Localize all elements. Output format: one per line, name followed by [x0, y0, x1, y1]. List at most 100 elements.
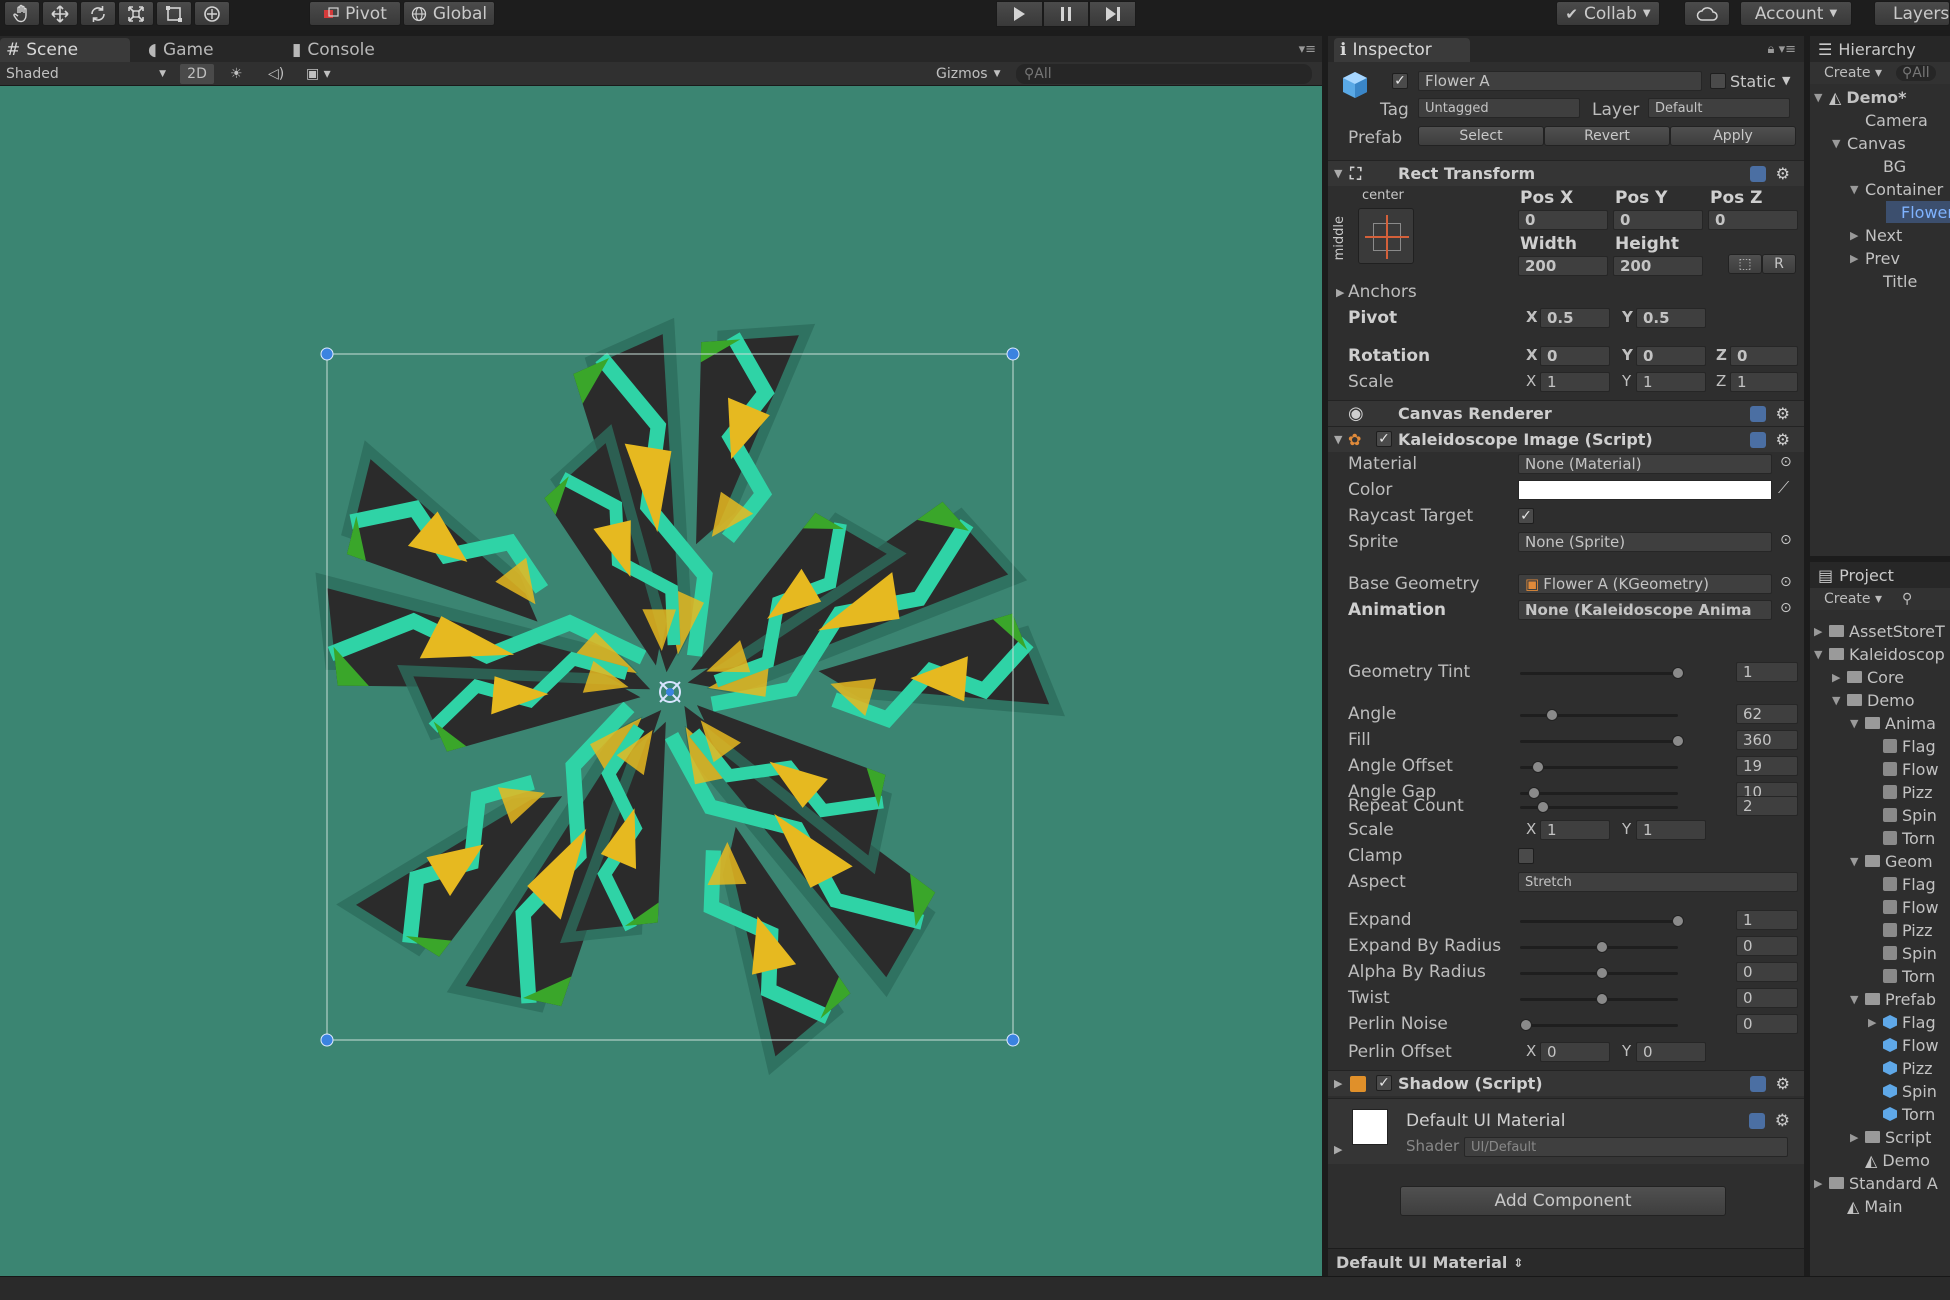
preview-footer[interactable]: Default UI Material ⇕ [1328, 1248, 1804, 1276]
rect-handle-top-right[interactable] [1006, 347, 1020, 361]
slider-thumb[interactable] [1596, 967, 1608, 979]
slider-value-field[interactable]: 0 [1736, 962, 1798, 982]
tag-dropdown[interactable]: Untagged [1418, 98, 1580, 118]
project-tree-item[interactable]: ◭ Demo [1850, 1149, 1930, 1171]
collapsed-arrow-icon[interactable]: ▶ [1832, 671, 1842, 684]
project-tree-item[interactable]: Flow [1868, 1034, 1939, 1056]
project-tree-item[interactable]: Pizz [1868, 919, 1933, 941]
project-tree-item[interactable]: Flow [1868, 758, 1939, 780]
project-tree-item[interactable]: Spin [1868, 1080, 1937, 1102]
slider-value-field[interactable]: 0 [1736, 936, 1798, 956]
expand-arrow-icon[interactable]: ▶ [1336, 286, 1344, 299]
project-tree-item[interactable]: ▶ AssetStoreT [1814, 620, 1945, 642]
pivot-handle[interactable] [659, 681, 681, 703]
expanded-arrow-icon[interactable]: ▼ [1850, 855, 1860, 868]
raw-edit-button[interactable]: R [1762, 254, 1796, 274]
project-tree-item[interactable]: ▼ Geom [1850, 850, 1933, 872]
layer-dropdown[interactable]: Default [1648, 98, 1790, 118]
rect-transform-header[interactable]: ▼ ⛶ Rect Transform ⚙ [1328, 160, 1804, 186]
slider-value-field[interactable]: 1 [1736, 910, 1798, 930]
mode-2d-toggle[interactable]: 2D [180, 64, 214, 84]
expanded-arrow-icon[interactable]: ▼ [1832, 137, 1842, 150]
hierarchy-tree-item[interactable]: ▼ ◭ Demo* [1814, 86, 1906, 108]
clamp-checkbox[interactable] [1518, 848, 1534, 864]
pos-y-field[interactable]: 0 [1613, 210, 1703, 230]
project-tree-item[interactable]: Pizz [1868, 1057, 1933, 1079]
material-field[interactable]: None (Material) [1518, 454, 1772, 474]
expanded-arrow-icon[interactable]: ▼ [1850, 993, 1860, 1006]
collapsed-arrow-icon[interactable]: ▶ [1850, 229, 1860, 242]
slider-thumb[interactable] [1596, 993, 1608, 1005]
prefab-revert-button[interactable]: Revert [1544, 126, 1670, 146]
rect-handle-top-left[interactable] [320, 347, 334, 361]
slider-thumb[interactable] [1520, 1019, 1532, 1031]
prefab-select-button[interactable]: Select [1418, 126, 1544, 146]
project-tree-item[interactable]: ▶ Core [1832, 666, 1904, 688]
width-field[interactable]: 200 [1518, 256, 1608, 276]
collab-dropdown[interactable]: ✔ Collab ▼ [1556, 1, 1660, 26]
rotation-z-field[interactable]: 0 [1730, 346, 1798, 366]
scene-search-input[interactable]: ⚲ All [1016, 64, 1312, 84]
hierarchy-tree-item[interactable]: BG [1868, 155, 1906, 177]
add-component-button[interactable]: Add Component [1400, 1186, 1726, 1216]
perlin-y-field[interactable]: 0 [1636, 1042, 1706, 1062]
collapsed-arrow-icon[interactable]: ▶ [1814, 1177, 1824, 1190]
expanded-arrow-icon[interactable]: ▼ [1814, 91, 1824, 104]
expand-arrow-icon[interactable]: ▶ [1334, 1143, 1342, 1156]
move-tool-button[interactable] [42, 1, 78, 26]
slider-value-field[interactable]: 0 [1736, 988, 1798, 1008]
pivot-toggle[interactable]: Pivot [309, 1, 401, 26]
object-picker-icon[interactable]: ⊙ [1780, 532, 1792, 548]
slider-value-field[interactable]: 2 [1736, 796, 1798, 816]
search-icon[interactable]: ⚲ [1902, 591, 1912, 607]
shadow-header[interactable]: ▶ Shadow (Script) ⚙ [1328, 1070, 1804, 1096]
shading-dropdown[interactable]: Shaded ▼ [6, 64, 166, 84]
collapsed-arrow-icon[interactable]: ▶ [1814, 625, 1824, 638]
expanded-arrow-icon[interactable]: ▼ [1850, 183, 1860, 196]
slider-value-field[interactable]: 19 [1736, 756, 1798, 776]
hierarchy-tree-item[interactable]: Camera [1850, 109, 1928, 131]
tab-scene[interactable]: # Scene [0, 38, 130, 62]
rotate-tool-button[interactable] [80, 1, 116, 26]
slider-value-field[interactable]: 0 [1736, 1014, 1798, 1034]
project-tree-item[interactable]: Spin [1868, 942, 1937, 964]
color-swatch[interactable] [1518, 480, 1772, 500]
height-field[interactable]: 200 [1613, 256, 1703, 276]
project-tree-item[interactable]: Torn [1868, 827, 1935, 849]
hierarchy-search-input[interactable]: ⚲All [1896, 65, 1936, 81]
project-tree-item[interactable]: Flag [1868, 873, 1936, 895]
kaleidoscope-image-header[interactable]: ▼ ✿ Kaleidoscope Image (Script) ⚙ [1328, 426, 1804, 452]
slider-thumb[interactable] [1672, 667, 1684, 679]
slider-thumb[interactable] [1672, 735, 1684, 747]
tab-project[interactable]: ▤ Project [1810, 562, 1950, 588]
help-icon[interactable] [1748, 1113, 1765, 1129]
slider-track[interactable] [1520, 740, 1678, 743]
collapsed-arrow-icon[interactable]: ▶ [1868, 1016, 1878, 1029]
aspect-dropdown[interactable]: Stretch [1518, 872, 1798, 892]
object-picker-icon[interactable]: ⊙ [1780, 454, 1792, 470]
animation-field[interactable]: None (Kaleidoscope Anima [1518, 600, 1772, 620]
slider-thumb[interactable] [1596, 941, 1608, 953]
hierarchy-tree-item[interactable]: Flower [1886, 201, 1950, 223]
prefab-apply-button[interactable]: Apply [1670, 126, 1796, 146]
project-tree-item[interactable]: ▶ Script [1850, 1126, 1931, 1148]
project-tree-item[interactable]: Torn [1868, 965, 1935, 987]
project-tree-item[interactable]: ▶ Flag [1868, 1011, 1936, 1033]
kaleido-scale-x-field[interactable]: 1 [1540, 820, 1610, 840]
expanded-arrow-icon[interactable]: ▼ [1814, 648, 1824, 661]
collapsed-arrow-icon[interactable]: ▶ [1850, 1131, 1860, 1144]
slider-thumb[interactable] [1532, 761, 1545, 773]
scene-viewport[interactable] [0, 86, 1322, 1276]
layers-dropdown[interactable]: Layers [1874, 1, 1950, 26]
project-tree-item[interactable]: ▼ Anima [1850, 712, 1936, 734]
help-icon[interactable] [1749, 405, 1766, 422]
hierarchy-tree-item[interactable]: ▼ Container [1850, 178, 1943, 200]
pause-button[interactable] [1042, 1, 1090, 27]
collapsed-arrow-icon[interactable]: ▶ [1850, 252, 1860, 265]
expanded-arrow-icon[interactable]: ▼ [1832, 694, 1842, 707]
hierarchy-tree-item[interactable]: ▶ Prev [1850, 247, 1900, 269]
tab-hierarchy[interactable]: ☰ Hierarchy [1810, 36, 1950, 62]
hierarchy-tree-item[interactable]: ▼ Canvas [1832, 132, 1906, 154]
static-checkbox[interactable] [1710, 73, 1726, 89]
help-icon[interactable] [1749, 431, 1766, 448]
